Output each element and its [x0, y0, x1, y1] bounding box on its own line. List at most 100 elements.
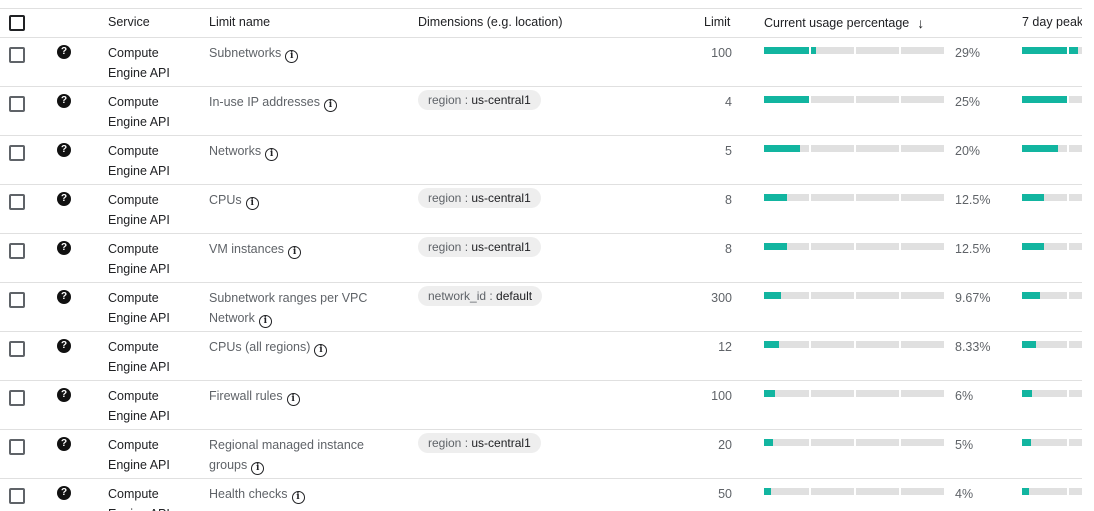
- column-header-current-usage[interactable]: Current usage percentage ↓: [764, 15, 924, 31]
- usage-bar-fill: [764, 390, 775, 397]
- usage-bar-divider: [809, 47, 811, 54]
- peak-bar: [1022, 243, 1082, 250]
- row-checkbox[interactable]: [9, 439, 25, 455]
- limit-value: 100: [711, 389, 732, 403]
- table-row: ? Compute Engine API Subnetwork ranges per…: [0, 282, 1082, 332]
- row-checkbox[interactable]: [9, 194, 25, 210]
- peak-bar-fill: [1022, 341, 1036, 348]
- help-icon[interactable]: ?: [57, 339, 71, 353]
- usage-bar-divider: [809, 341, 811, 348]
- usage-bar-fill: [764, 243, 787, 250]
- row-checkbox[interactable]: [9, 390, 25, 406]
- usage-bar: [764, 96, 944, 103]
- service-name: Compute Engine API: [108, 487, 170, 511]
- column-header-limit[interactable]: Limit: [704, 15, 730, 29]
- limit-name-label: Firewall rules: [209, 389, 283, 403]
- service-name: Compute Engine API: [108, 193, 170, 227]
- peak-bar-fill: [1022, 47, 1078, 54]
- help-icon[interactable]: ?: [57, 192, 71, 206]
- limit-name-label: VM instances: [209, 242, 285, 256]
- help-icon[interactable]: ?: [57, 94, 71, 108]
- column-header-current-usage-label: Current usage percentage: [764, 16, 910, 30]
- column-header-dimensions[interactable]: Dimensions (e.g. location): [418, 15, 563, 29]
- help-icon[interactable]: ?: [57, 437, 71, 451]
- peak-bar-divider: [1067, 243, 1069, 250]
- peak-bar-fill: [1022, 439, 1031, 446]
- column-header-limit-name[interactable]: Limit name: [209, 15, 270, 29]
- select-all-checkbox[interactable]: [9, 15, 25, 31]
- dimension-value: us-central1: [471, 240, 531, 254]
- info-icon[interactable]: i: [314, 344, 328, 357]
- usage-bar-divider: [854, 292, 856, 299]
- usage-percentage: 4%: [955, 487, 974, 501]
- help-icon[interactable]: ?: [57, 241, 71, 255]
- info-icon[interactable]: i: [291, 491, 305, 504]
- usage-bar-divider: [899, 194, 901, 201]
- dimension-chip: region : us-central1: [418, 433, 541, 453]
- limit-name-label: Networks: [209, 144, 262, 158]
- limit-name-label: Health checks: [209, 487, 288, 501]
- info-icon[interactable]: i: [245, 197, 259, 210]
- usage-bar-divider: [854, 194, 856, 201]
- usage-bar-divider: [854, 96, 856, 103]
- peak-bar-divider: [1067, 341, 1069, 348]
- peak-bar-divider: [1067, 96, 1069, 103]
- limit-name: CPUs (all regions) i: [209, 337, 404, 357]
- sort-descending-icon[interactable]: ↓: [917, 15, 924, 31]
- column-header-7-day-peak[interactable]: 7 day peak: [1022, 15, 1082, 29]
- table-row: ? Compute Engine API Subnetworks i 100 29%: [0, 37, 1082, 87]
- limit-name: CPUs i: [209, 190, 404, 210]
- column-header-service[interactable]: Service: [108, 15, 150, 29]
- help-icon[interactable]: ?: [57, 290, 71, 304]
- service-name: Compute Engine API: [108, 242, 170, 276]
- peak-bar-fill: [1022, 145, 1058, 152]
- table-row: ? Compute Engine API CPUs (all regions) i 12…: [0, 331, 1082, 381]
- limit-name-label: CPUs: [209, 193, 242, 207]
- row-checkbox[interactable]: [9, 145, 25, 161]
- row-checkbox[interactable]: [9, 488, 25, 504]
- peak-bar-fill: [1022, 390, 1032, 397]
- dimension-value: us-central1: [471, 436, 531, 450]
- limit-value: 8: [725, 193, 732, 207]
- limit-name-label: CPUs (all regions): [209, 340, 311, 354]
- row-checkbox[interactable]: [9, 96, 25, 112]
- limit-name: In-use IP addresses i: [209, 92, 404, 112]
- info-icon[interactable]: i: [288, 246, 302, 259]
- usage-bar-fill: [764, 145, 800, 152]
- usage-bar-divider: [899, 243, 901, 250]
- info-icon[interactable]: i: [323, 99, 337, 112]
- service-name: Compute Engine API: [108, 389, 170, 423]
- usage-percentage: 20%: [955, 144, 981, 158]
- peak-bar-fill: [1022, 243, 1044, 250]
- usage-bar: [764, 145, 944, 152]
- row-checkbox[interactable]: [9, 341, 25, 357]
- table-row: ? Compute Engine API Health checksi 50 4%: [0, 478, 1082, 511]
- limit-value: 5: [725, 144, 732, 158]
- table-row: ? Compute Engine API In-use IP addresses i r…: [0, 86, 1082, 136]
- help-icon[interactable]: ?: [57, 143, 71, 157]
- help-icon[interactable]: ?: [57, 45, 71, 59]
- usage-percentage: 25%: [955, 95, 981, 109]
- info-icon[interactable]: i: [285, 50, 299, 63]
- help-icon[interactable]: ?: [57, 486, 71, 500]
- info-icon[interactable]: i: [258, 315, 272, 328]
- limit-value: 50: [718, 487, 732, 501]
- help-icon[interactable]: ?: [57, 388, 71, 402]
- info-icon[interactable]: i: [251, 462, 265, 475]
- peak-bar: [1022, 390, 1082, 397]
- usage-bar: [764, 194, 944, 201]
- peak-bar: [1022, 47, 1082, 54]
- usage-bar-divider: [854, 341, 856, 348]
- peak-bar-divider: [1067, 292, 1069, 299]
- usage-bar-divider: [899, 341, 901, 348]
- usage-bar-divider: [809, 145, 811, 152]
- info-icon[interactable]: i: [265, 148, 279, 161]
- info-icon[interactable]: i: [286, 393, 300, 406]
- dimension-value: us-central1: [471, 191, 531, 205]
- row-checkbox[interactable]: [9, 47, 25, 63]
- row-checkbox[interactable]: [9, 243, 25, 259]
- service-name: Compute Engine API: [108, 46, 170, 80]
- row-checkbox[interactable]: [9, 292, 25, 308]
- limit-value: 300: [711, 291, 732, 305]
- dimension-key: region: [428, 436, 462, 450]
